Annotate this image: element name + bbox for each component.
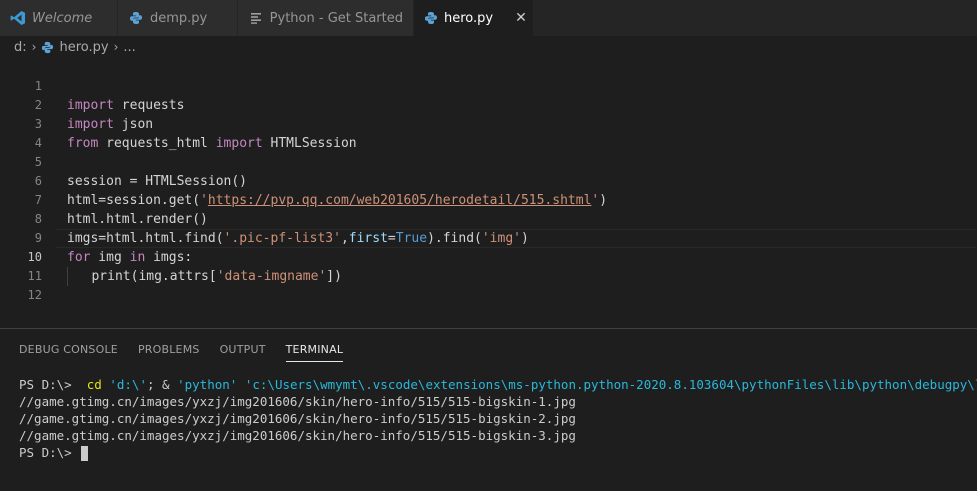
tab-label: hero.py (444, 10, 494, 26)
terminal-arg: 'd:\' (109, 377, 147, 392)
tab-hero-py[interactable]: hero.py ✕ (414, 0, 534, 36)
code-line: 9 for img in imgs: (0, 210, 977, 265)
code-line: 4 (0, 115, 977, 150)
code-line: 5 session = HTMLSession() (0, 134, 977, 189)
terminal-line: //game.gtimg.cn/images/yxzj/img201606/sk… (19, 411, 576, 426)
code-editor[interactable]: 1 import requests 2 import json 3 from r… (0, 58, 977, 328)
terminal-output[interactable]: PS D:\> cd 'd:\'; & 'python' 'c:\Users\w… (19, 376, 977, 461)
terminal-cursor (81, 446, 89, 461)
terminal-arg: 'python' (177, 377, 238, 392)
python-icon (41, 40, 55, 54)
editor-tab-bar: Welcome demp.py Python - Get Started her… (0, 0, 977, 36)
terminal-command: cd (86, 377, 102, 392)
vscode-logo-icon (10, 10, 26, 26)
terminal-line: PS D:\> cd 'd:\'; & 'python' 'c:\Users\w… (19, 376, 977, 393)
python-icon (424, 10, 438, 26)
code-line: 2 import json (0, 77, 977, 132)
close-icon[interactable]: ✕ (515, 10, 527, 26)
tab-label: Welcome (32, 10, 93, 26)
tab-terminal[interactable]: TERMINAL (285, 343, 344, 362)
tab-welcome[interactable]: Welcome (0, 0, 118, 36)
terminal-prompt: PS D:\> (19, 445, 72, 460)
tab-label: demp.py (150, 10, 208, 26)
bottom-panel: DEBUG CONSOLE PROBLEMS OUTPUT TERMINAL P… (0, 328, 977, 491)
code-line: 6 html=session.get('https://pvp.qq.com/w… (0, 153, 977, 208)
terminal-arg: 'c:\Users\wmymt\.vscode\extensions\ms-py… (244, 377, 977, 392)
chevron-right-icon: › (113, 40, 119, 54)
code-line: 12 (0, 267, 977, 302)
breadcrumb-root[interactable]: d: (14, 40, 27, 55)
breadcrumb-file[interactable]: hero.py (59, 40, 108, 55)
code-line: 1 import requests (0, 58, 977, 113)
document-lines-icon (248, 10, 264, 26)
terminal-prompt: PS D:\> (19, 377, 72, 392)
tab-demp-py[interactable]: demp.py (118, 0, 238, 36)
python-icon (128, 10, 144, 26)
chevron-right-icon: › (31, 40, 37, 54)
breadcrumb: d: › hero.py › ... (0, 36, 977, 58)
terminal-line: //game.gtimg.cn/images/yxzj/img201606/sk… (19, 394, 576, 409)
code-line: 3 from requests_html import HTMLSession (0, 96, 977, 151)
line-number: 12 (27, 288, 42, 302)
terminal-line: //game.gtimg.cn/images/yxzj/img201606/sk… (19, 428, 576, 443)
code-line-current: 10 print(img.attrs['data-imgname']) (0, 229, 977, 286)
terminal-text: ; & (146, 377, 170, 392)
tab-label: Python - Get Started (269, 10, 403, 26)
tab-output[interactable]: OUTPUT (220, 343, 266, 362)
panel-tabs: DEBUG CONSOLE PROBLEMS OUTPUT TERMINAL (19, 343, 363, 362)
tab-debug-console[interactable]: DEBUG CONSOLE (19, 343, 118, 362)
code-line: 8 imgs=html.html.find('.pic-pf-list3',fi… (0, 191, 977, 246)
breadcrumb-more[interactable]: ... (123, 40, 135, 55)
code-line: 7 html.html.render() (0, 172, 977, 227)
tab-problems[interactable]: PROBLEMS (138, 343, 200, 362)
code-line: 11 (0, 248, 977, 283)
terminal-line: PS D:\> (19, 444, 977, 461)
tab-python-get-started[interactable]: Python - Get Started (238, 0, 414, 36)
